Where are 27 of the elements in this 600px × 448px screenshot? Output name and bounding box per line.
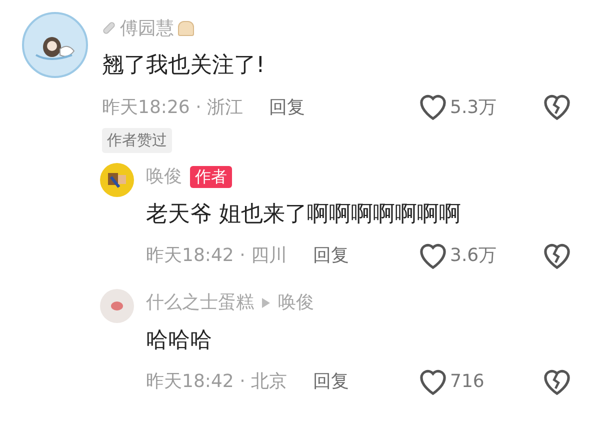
avatar[interactable]: [100, 162, 134, 196]
user-name[interactable]: 唤俊: [146, 163, 182, 190]
dislike-icon[interactable]: [544, 368, 570, 394]
user-name[interactable]: 傅园慧: [120, 14, 174, 42]
comment-text: 哈哈哈: [146, 326, 213, 354]
comment-text: 翘了我也关注了!: [102, 52, 266, 80]
like-icon[interactable]: [420, 368, 446, 394]
like-count: 716: [450, 370, 484, 394]
comment-meta: 昨天18:42 · 北京: [146, 370, 288, 394]
like-count: 5.3万: [450, 96, 497, 120]
dislike-icon[interactable]: [544, 242, 570, 268]
triangle-icon: [262, 298, 270, 308]
like-icon[interactable]: [420, 242, 446, 268]
comment-text: 老天爷 姐也来了啊啊啊啊啊啊啊: [146, 200, 462, 228]
user-name[interactable]: 什么之士蛋糕: [146, 289, 254, 316]
like-count: 3.6万: [450, 244, 497, 268]
like-icon[interactable]: [420, 94, 446, 120]
reply-button[interactable]: 回复: [313, 368, 350, 395]
tag: 作者赞过: [102, 128, 172, 152]
reply-button[interactable]: 回复: [313, 242, 350, 269]
bread-icon: [178, 20, 194, 36]
dislike-icon[interactable]: [544, 94, 570, 120]
user-name[interactable]: 唤俊: [278, 289, 314, 316]
comment-meta: 昨天18:42 · 四川: [146, 244, 288, 268]
comment-meta: 昨天18:26 · 浙江: [102, 96, 244, 120]
author-badge: 作者: [190, 166, 232, 188]
reply-button[interactable]: 回复: [269, 94, 306, 120]
